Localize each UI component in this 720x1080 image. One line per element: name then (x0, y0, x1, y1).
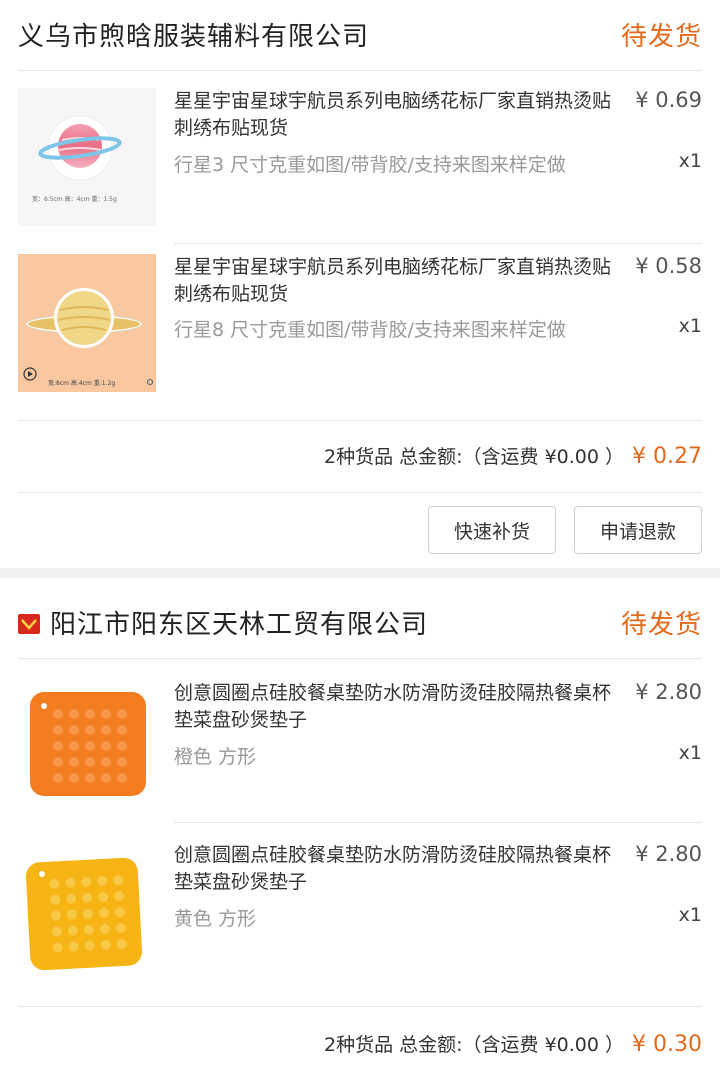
product-title[interactable]: 星星宇宙星球宇航员系列电脑绣花标厂家直销热烫贴刺绣布贴现货 (174, 88, 614, 142)
image-caption: 宽：6.5cm 高：4cm 重：1.5g (32, 196, 117, 203)
divider (18, 70, 702, 71)
product-quantity: x1 (678, 742, 702, 764)
divider (174, 243, 702, 244)
divider (18, 420, 702, 421)
product-title[interactable]: 创意圆圈点硅胶餐桌垫防水防滑防烫硅胶隔热餐桌杯垫菜盘砂煲垫子 (174, 680, 614, 734)
product-quantity: x1 (678, 904, 702, 926)
quick-restock-button[interactable]: 快速补货 (428, 506, 556, 554)
order-summary: 2种货品 总金额:（含运费 ¥0.00 ） ¥ 0.30 (324, 1030, 702, 1057)
order-status: 待发货 (620, 610, 702, 640)
product-quantity: x1 (678, 315, 702, 337)
shop-name[interactable]: 义乌市煦晗服装辅料有限公司 (18, 16, 369, 53)
order-status: 待发货 (620, 22, 702, 52)
product-image-orange-mat[interactable] (18, 680, 156, 818)
product-title[interactable]: 创意圆圈点硅胶餐桌垫防水防滑防烫硅胶隔热餐桌杯垫菜盘砂煲垫子 (174, 842, 614, 896)
saturn-patch-image (18, 254, 156, 392)
divider (18, 1006, 702, 1007)
order-summary: 2种货品 总金额:（含运费 ¥0.00 ） ¥ 0.27 (324, 442, 702, 469)
product-image-planet-8[interactable]: 宽:8cm 高:4cm 重:1.2g (18, 254, 156, 392)
product-sku: 橙色 方形 (174, 746, 257, 768)
shop-name[interactable]: 阳江市阳东区天林工贸有限公司 (50, 604, 428, 641)
product-quantity: x1 (678, 150, 702, 172)
product-title[interactable]: 星星宇宙星球宇航员系列电脑绣花标厂家直销热烫贴刺绣布贴现货 (174, 254, 614, 308)
planet-patch-image (18, 88, 156, 226)
product-image-planet-3[interactable]: 宽：6.5cm 高：4cm 重：1.5g (18, 88, 156, 226)
yellow-silicone-mat-image (25, 857, 143, 971)
request-refund-button[interactable]: 申请退款 (574, 506, 702, 554)
product-price: ¥ 2.80 (635, 842, 702, 866)
product-sku: 行星8 尺寸克重如图/带背胶/支持来图来样定做 (174, 319, 566, 341)
divider (18, 658, 702, 659)
divider (174, 822, 702, 823)
product-sku: 行星3 尺寸克重如图/带背胶/支持来图来样定做 (174, 154, 566, 176)
summary-text: 2种货品 总金额:（含运费 ¥0.00 ） (324, 446, 625, 468)
orange-silicone-mat-image (30, 692, 146, 796)
product-price: ¥ 2.80 (635, 680, 702, 704)
divider (18, 492, 702, 493)
product-sku: 黄色 方形 (174, 908, 257, 930)
order-card: 阳江市阳东区天林工贸有限公司 待发货 创意圆圈点硅胶餐桌垫防水防滑防烫硅胶隔热餐… (0, 578, 720, 1080)
image-caption: 宽:8cm 高:4cm 重:1.2g (48, 380, 116, 387)
product-price: ¥ 0.58 (635, 254, 702, 278)
order-total: ¥ 0.30 (632, 1032, 702, 1057)
product-image-yellow-mat[interactable] (18, 842, 156, 980)
product-price: ¥ 0.69 (635, 88, 702, 112)
order-card: 义乌市煦晗服装辅料有限公司 待发货 宽：6.5cm 高：4cm 重：1.5g 星… (0, 0, 720, 568)
order-total: ¥ 0.27 (632, 444, 702, 469)
shop-icon (18, 614, 40, 634)
summary-text: 2种货品 总金额:（含运费 ¥0.00 ） (324, 1034, 625, 1056)
